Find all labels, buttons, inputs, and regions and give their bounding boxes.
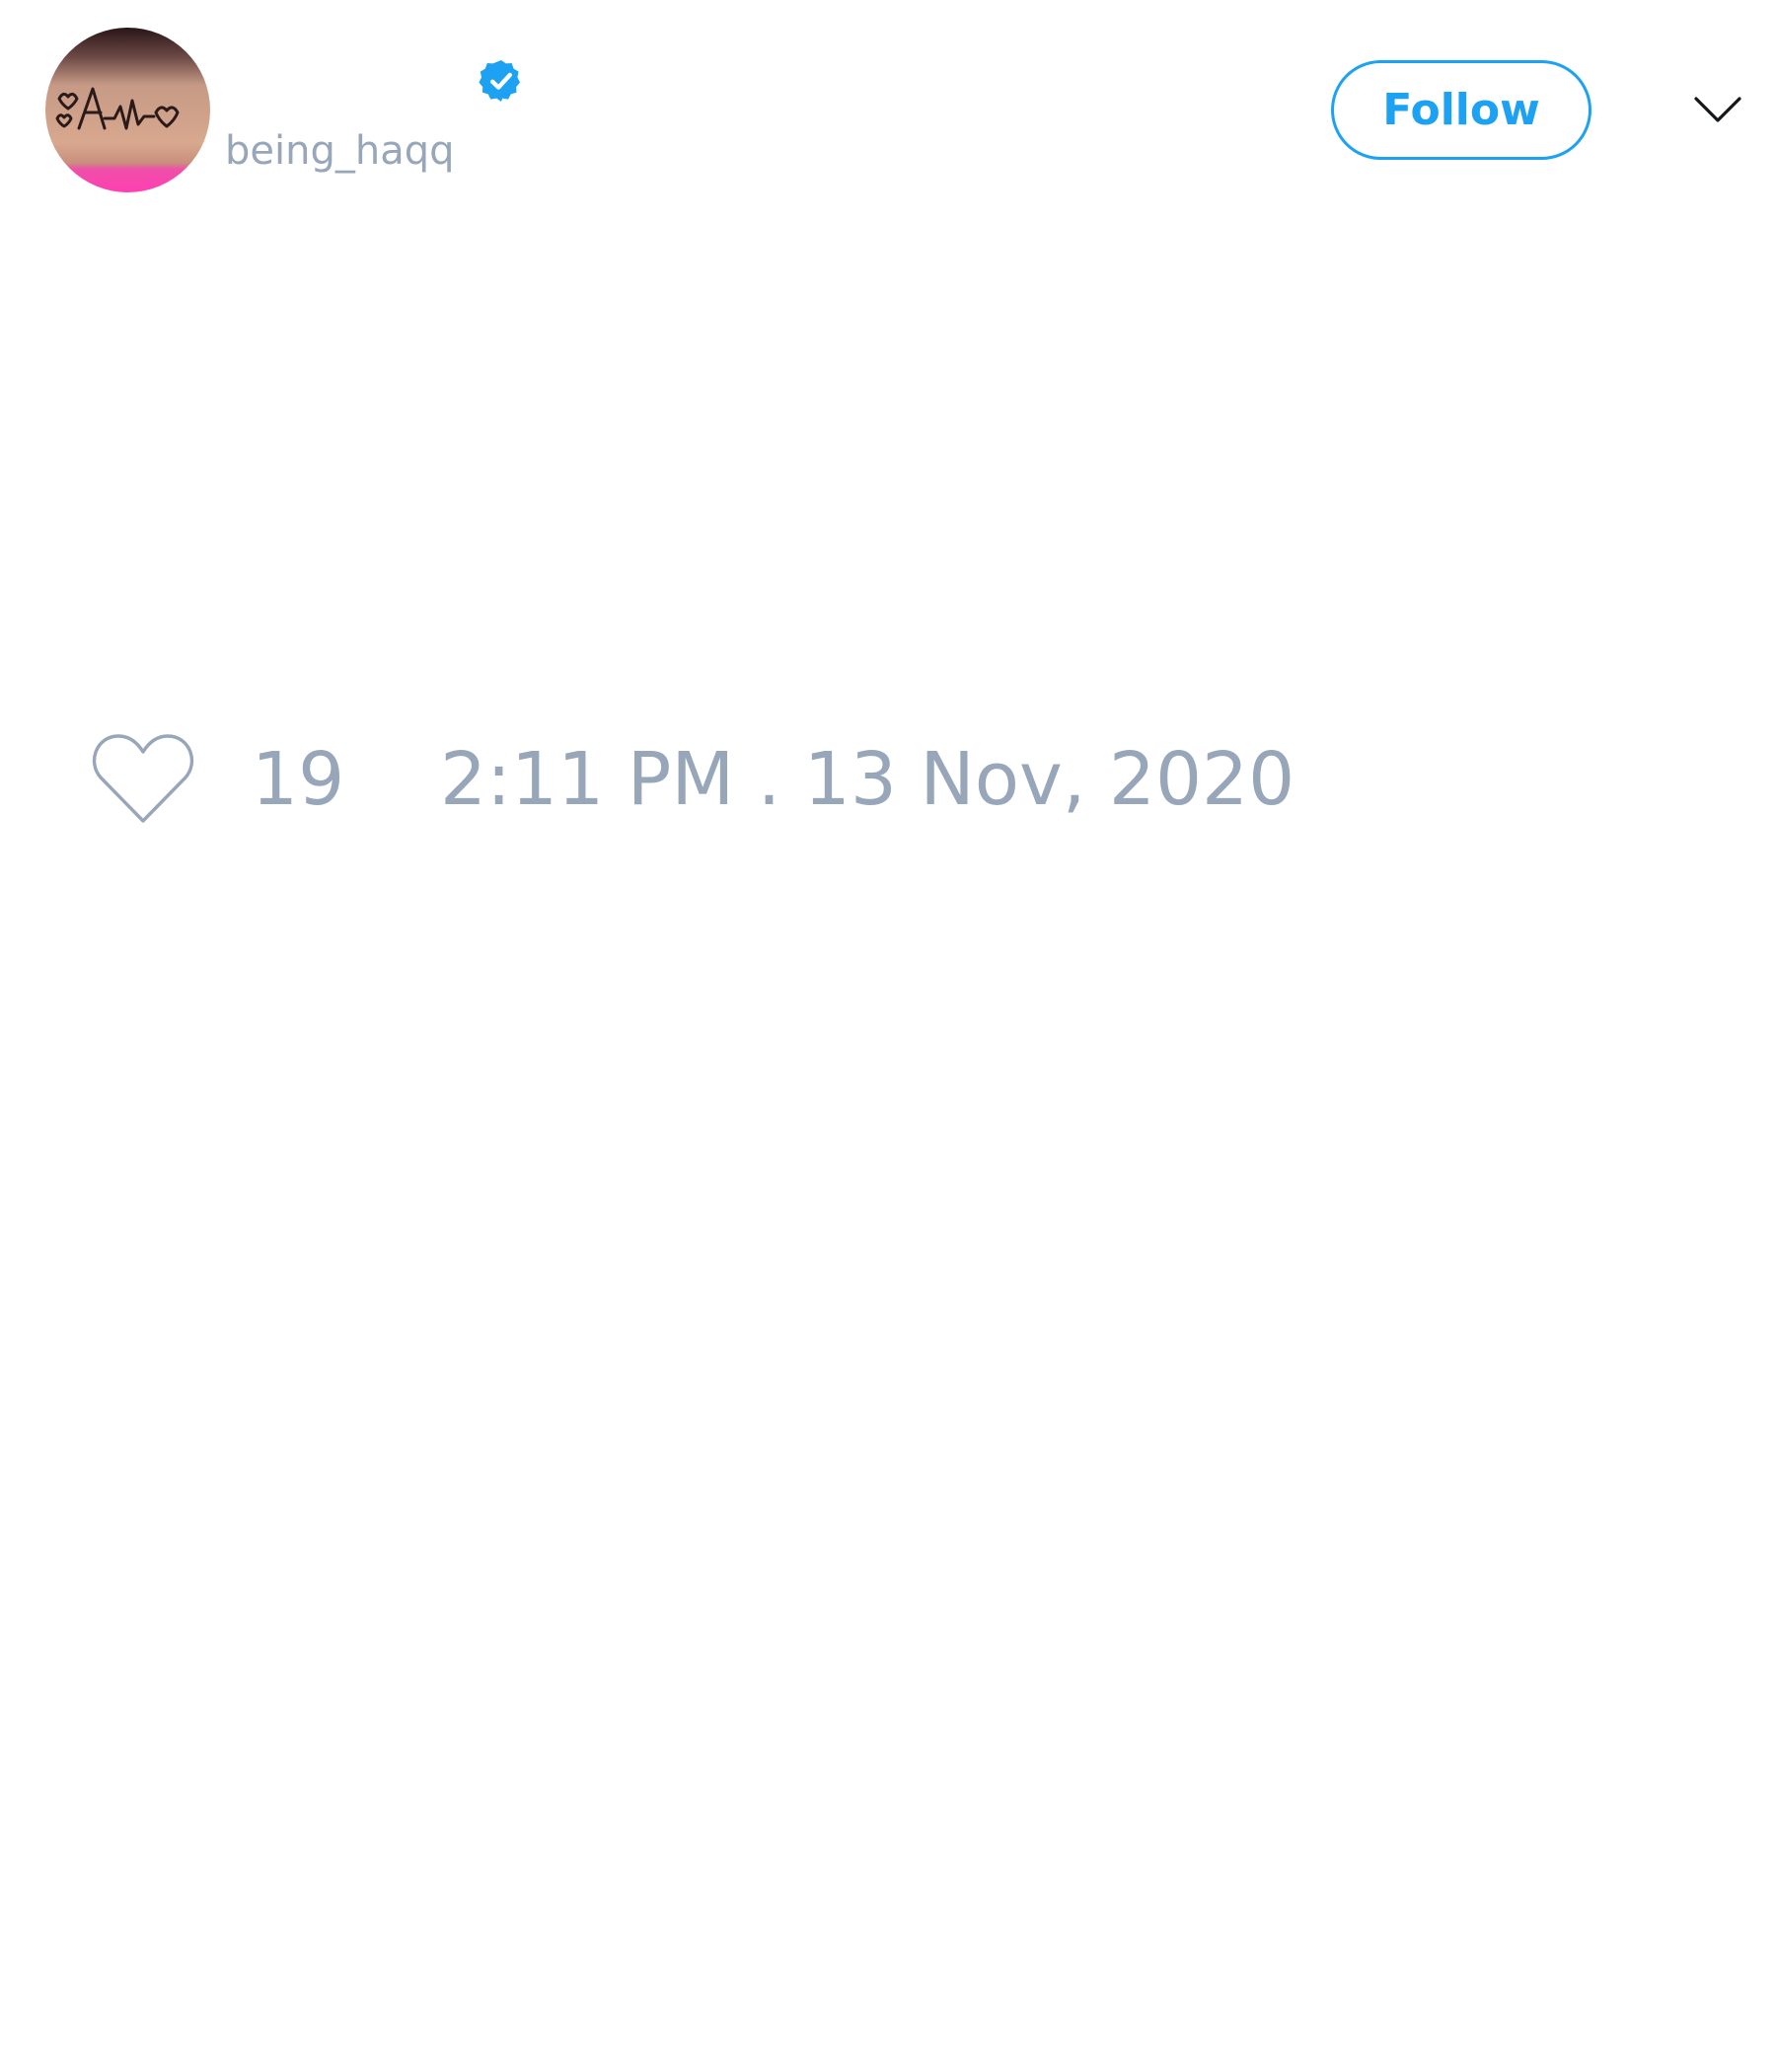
follow-button[interactable]: Follow <box>1331 60 1591 160</box>
avatar-image <box>45 28 210 192</box>
like-count: 19 <box>252 737 345 822</box>
verified-badge-icon <box>479 60 520 102</box>
tweet-timestamp[interactable]: 2:11 PM . 13 Nov, 2020 <box>440 735 1295 824</box>
heart-outline-icon[interactable] <box>89 730 197 829</box>
tweet-card: being_haqq Follow 19 2:11 PM . 13 Nov, 2… <box>0 0 1776 2072</box>
user-handle[interactable]: being_haqq <box>225 126 455 176</box>
chevron-down-icon[interactable] <box>1693 91 1742 130</box>
avatar[interactable] <box>45 28 210 192</box>
